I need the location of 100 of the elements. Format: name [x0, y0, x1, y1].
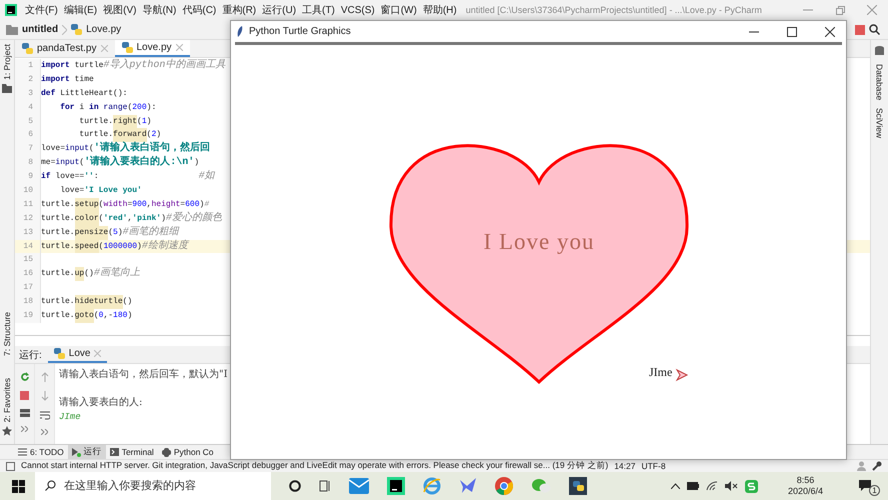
menu-item[interactable]: 导航(N) [139, 3, 180, 17]
run-panel-label: 运行: [19, 348, 42, 362]
line-number: 12 [15, 212, 41, 226]
menu-item[interactable]: 窗口(W) [378, 3, 420, 17]
file-encoding[interactable]: UTF-8 [641, 461, 666, 471]
s-logo-icon[interactable] [744, 480, 758, 492]
menu-item[interactable]: 编辑(E) [60, 3, 100, 17]
folder-icon [2, 84, 12, 93]
console-output-line: 请输入表白语句，然后回车，默认为"I [59, 368, 228, 382]
message-icon[interactable] [6, 462, 15, 470]
browser-e-icon[interactable] [423, 477, 441, 495]
tool-window-tab[interactable]: 6: TODO [14, 445, 68, 459]
mail-icon[interactable] [349, 478, 369, 494]
clock-time[interactable]: 8:56 [796, 475, 814, 486]
code-line: for i in range(200): [59, 102, 158, 114]
line-number: 19 [15, 309, 41, 323]
caret-up-icon[interactable] [670, 483, 680, 489]
chat-bubbles-icon[interactable] [531, 478, 551, 494]
python-file-icon [122, 42, 132, 53]
code-line: love=input('请输入表白语句，然后回 [41, 142, 211, 156]
battery-icon[interactable] [686, 482, 699, 490]
menu-item[interactable]: 工具(T) [299, 3, 338, 17]
sciview-tool-tab[interactable]: SciView [874, 108, 884, 138]
feather-icon [237, 26, 243, 37]
soft-wrap-icon[interactable] [40, 410, 50, 420]
project-tool-tab[interactable]: 1: Project [2, 44, 12, 80]
speaker-muted-icon[interactable] [724, 481, 738, 491]
favorites-tool-tab[interactable]: 2: Favorites [2, 378, 12, 422]
taskbar-search-field[interactable]: 在这里输入你要搜索的内容 [35, 472, 271, 500]
code-line: me=input('请输入要表白的人:\n') [41, 156, 200, 170]
windows-logo-icon[interactable] [12, 480, 25, 492]
line-number: 14 [15, 240, 41, 254]
database-icon [875, 46, 884, 56]
code-line: if love=='': #如 [41, 170, 216, 184]
database-tool-tab[interactable]: Database [874, 64, 884, 100]
structure-tool-tab[interactable]: 7: Structure [2, 312, 12, 356]
python-logo-icon [162, 448, 171, 456]
line-number: 7 [15, 142, 41, 156]
task-view-icon[interactable] [319, 480, 331, 492]
line-number: 2 [15, 72, 41, 87]
line-number: 3 [15, 86, 41, 101]
menu-item[interactable]: 运行(U) [259, 3, 300, 17]
line-number: 15 [15, 253, 41, 268]
breadcrumb-item[interactable]: Love.py [86, 24, 122, 35]
line-number: 10 [15, 184, 41, 198]
signature-text: JIme [649, 365, 672, 380]
notification-icon[interactable] [859, 480, 871, 492]
window-title: Python Turtle Graphics [249, 26, 351, 37]
python-window-icon[interactable] [569, 477, 587, 495]
menu-item[interactable]: 代码(C) [179, 3, 220, 17]
restore-icon[interactable] [835, 5, 845, 15]
chevron-icon [62, 24, 68, 34]
terminal-icon [110, 448, 119, 456]
maximize-icon[interactable] [787, 26, 797, 36]
line-number: 18 [15, 295, 41, 310]
breadcrumb-item[interactable]: untitled [22, 24, 58, 35]
search-icon[interactable] [869, 24, 880, 35]
line-number: 4 [15, 100, 41, 115]
line-number: 1 [15, 59, 41, 73]
clock-date[interactable]: 2020/6/4 [788, 486, 823, 497]
menu-item[interactable]: 文件(F) [22, 3, 61, 17]
layout-icon[interactable] [20, 409, 30, 417]
run-tab[interactable]: Love [48, 346, 108, 363]
window-title: untitled [C:\Users\37364\PycharmProjects\untitled] - ...\Love.py - PyCharm [466, 5, 763, 15]
wrench-icon[interactable] [872, 461, 882, 471]
editor-tab[interactable]: pandaTest.py [15, 40, 114, 57]
more-icon[interactable] [41, 429, 48, 435]
tool-window-tab[interactable]: Python Co [158, 445, 218, 459]
python-file-icon [22, 43, 33, 54]
list-icon [18, 448, 27, 456]
chrome-icon[interactable] [495, 477, 513, 495]
cursor-position[interactable]: 14:27 [614, 461, 636, 471]
line-number: 11 [15, 198, 41, 212]
line-number: 9 [15, 170, 41, 184]
tool-window-tab[interactable]: 运行 [68, 445, 106, 459]
menu-item[interactable]: 视图(V) [100, 3, 140, 17]
stop-icon[interactable] [855, 24, 865, 34]
line-number: 6 [15, 128, 41, 142]
star-icon [2, 426, 12, 436]
circle-icon[interactable] [289, 480, 301, 492]
code-line: import turtle#导入python中的画画工具 [41, 59, 226, 73]
line-number: 17 [15, 281, 41, 296]
wifi-icon[interactable] [706, 481, 718, 491]
tool-window-tab[interactable]: Terminal [106, 445, 158, 459]
more-icon[interactable] [21, 426, 28, 432]
app-logo-icon [5, 4, 17, 16]
line-number: 13 [15, 226, 41, 240]
bird-icon[interactable] [459, 477, 477, 495]
editor-tab[interactable]: Love.py [114, 40, 190, 57]
close-icon[interactable] [825, 26, 835, 36]
menu-item[interactable]: 帮助(H) [420, 3, 460, 17]
menu-item[interactable]: VCS(S) [338, 4, 378, 16]
pycharm-icon[interactable] [387, 477, 405, 495]
console-output-line: JIme [59, 411, 82, 424]
line-number: 16 [15, 267, 41, 282]
status-message: Cannot start internal HTTP server. Git integration, JavaScript debugger and LiveEdit may operate with errors. Please check your firewall se... (19 分钟 之前) [21, 460, 608, 472]
menu-item[interactable]: 重构(R) [219, 3, 260, 17]
notification-count: 1 [869, 484, 880, 496]
console-output-line: 请输入要表白的人: [59, 396, 144, 410]
rerun-icon[interactable] [20, 372, 30, 382]
